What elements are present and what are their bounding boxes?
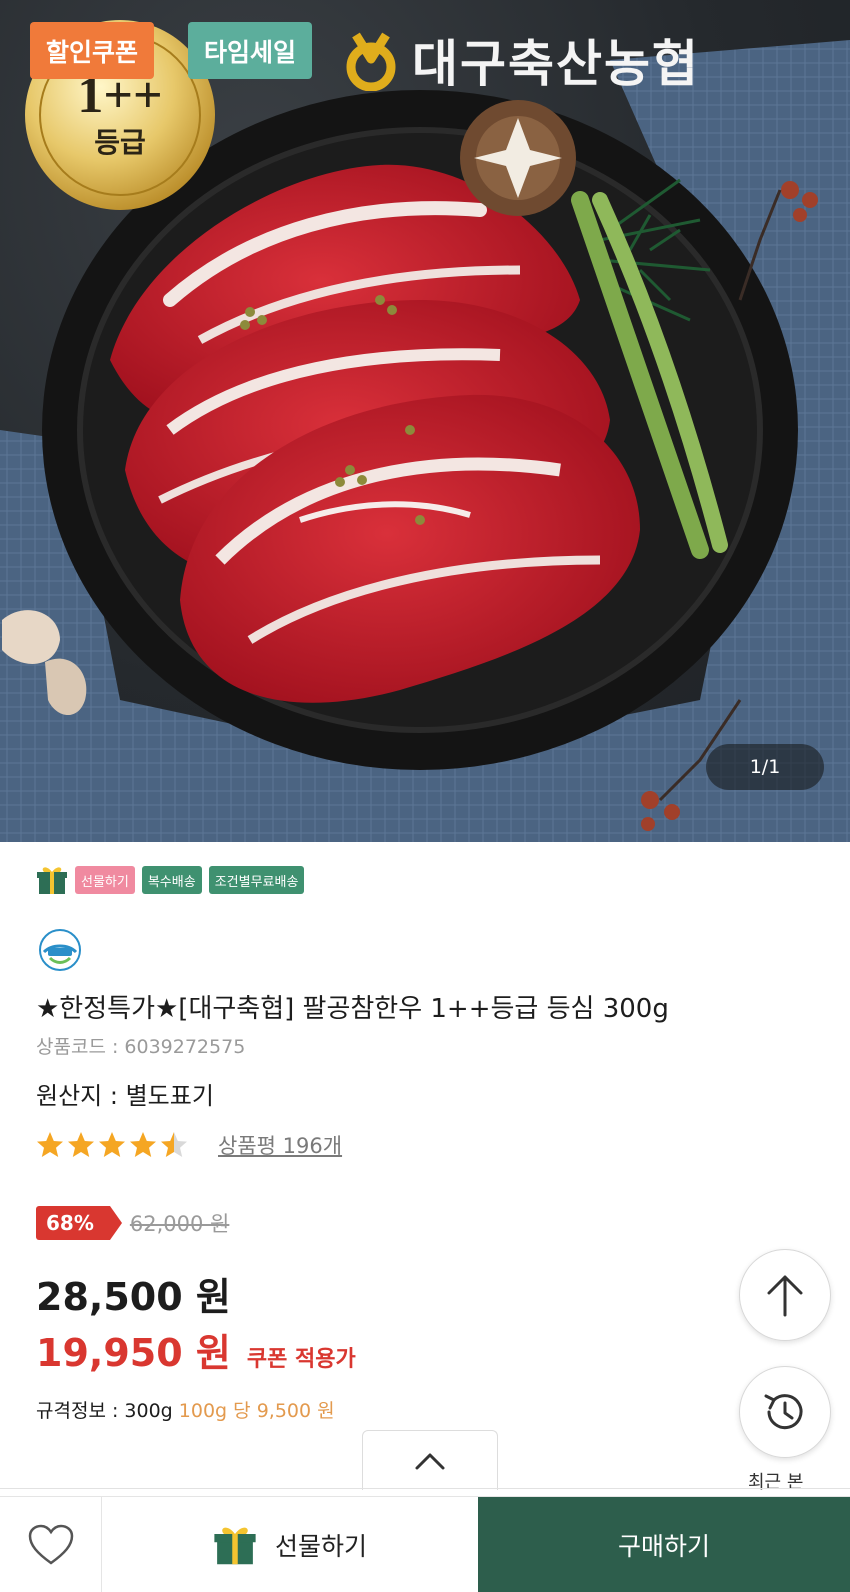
brand-name: 대구축산농협 <box>412 35 700 93</box>
timesale-tag: 타임세일 <box>188 22 313 79</box>
spec-label: 규격정보 : 300g <box>36 1400 173 1422</box>
heart-icon <box>28 1524 73 1565</box>
buy-button[interactable]: 구매하기 <box>478 1497 850 1592</box>
scroll-top-button[interactable] <box>739 1249 831 1341</box>
spec-info: 규격정보 : 300g 100g 당 9,500 원 <box>36 1396 335 1423</box>
wishlist-button[interactable] <box>0 1497 102 1592</box>
original-price: 62,000 원 <box>129 1212 230 1236</box>
image-pager: 1/1 <box>706 744 824 790</box>
product-photo: 1++ 등급 <box>0 20 850 842</box>
free-ship-badge: 조건별무료배송 <box>208 866 305 894</box>
gift-icon <box>214 1527 256 1565</box>
multi-ship-badge: 복수배송 <box>141 866 202 894</box>
svg-text:등급: 등급 <box>94 126 146 159</box>
sale-price: 28,500 원 <box>36 1275 231 1319</box>
review-count-link[interactable]: 상품평 196개 <box>218 1130 342 1160</box>
product-code: 상품코드 : 6039272575 <box>36 1036 246 1058</box>
nh-logo-icon <box>346 32 396 91</box>
discount-row: 68% 62,000 원 <box>36 1206 229 1240</box>
coupon-price-label: 쿠폰 적용가 <box>246 1347 356 1372</box>
rating-row: 상품평 196개 <box>36 1130 342 1160</box>
coupon-tag: 할인쿠폰 <box>30 22 155 79</box>
badge-row: 선물하기 복수배송 조건별무료배송 <box>36 864 305 896</box>
gift-icon <box>37 867 67 894</box>
coupon-price: 19,950 원 <box>36 1331 231 1375</box>
recent-viewed-button[interactable] <box>739 1366 831 1458</box>
product-title: ★한정특가★[대구축협] 팔공참한우 1++등급 등심 300g <box>36 994 669 1024</box>
product-image-carousel[interactable]: 1++ 등급 할인쿠폰 타임세일 대구축산농협 1/1 <box>0 0 850 842</box>
arrow-up-icon <box>767 1275 803 1317</box>
product-origin: 원산지 : 별도표기 <box>36 1082 214 1110</box>
recent-viewed-label: 최근 본 <box>748 1472 804 1493</box>
haccp-icon <box>39 929 81 971</box>
discount-badge: 68% <box>36 1206 122 1240</box>
unit-label: 100g 당 <box>178 1400 251 1422</box>
expand-panel-button[interactable] <box>362 1430 498 1490</box>
gift-button[interactable]: 선물하기 <box>102 1497 478 1592</box>
coupon-price-row: 19,950 원 쿠폰 적용가 <box>36 1322 356 1377</box>
rating-stars <box>36 1130 196 1160</box>
gift-badge: 선물하기 <box>75 866 135 894</box>
star-icon <box>37 1132 187 1157</box>
chevron-up-icon <box>415 1453 445 1469</box>
bottom-action-bar: 선물하기 구매하기 <box>0 1496 850 1592</box>
gift-button-label: 선물하기 <box>274 1532 367 1561</box>
unit-price: 9,500 원 <box>256 1400 335 1422</box>
history-icon <box>764 1394 803 1430</box>
brand-logo: 대구축산농협 <box>340 24 700 96</box>
divider <box>0 1488 850 1489</box>
